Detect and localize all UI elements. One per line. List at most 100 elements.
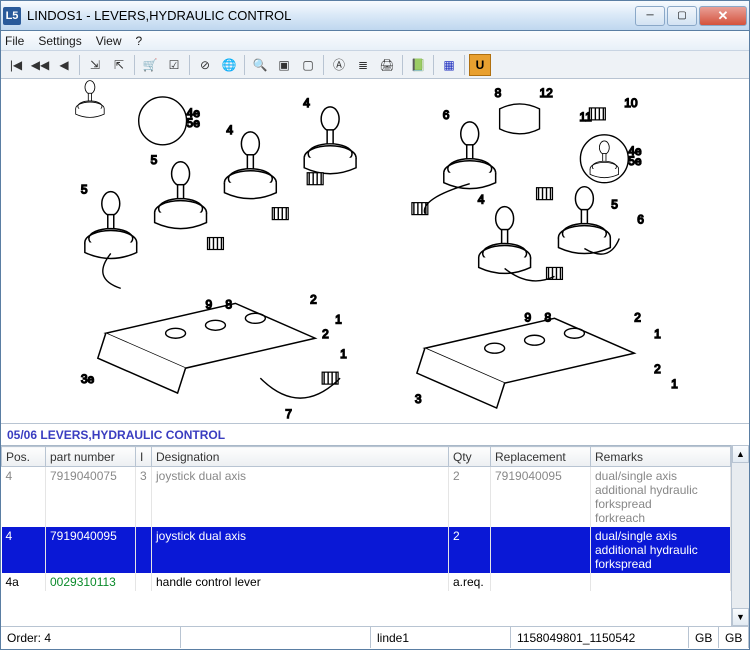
parts-table[interactable]: Pos. part number I Designation Qty Repla… <box>1 445 731 626</box>
cell-rem: dual/single axis additional hydraulic fo… <box>591 527 731 573</box>
page-icon[interactable]: ▢ <box>297 54 319 76</box>
svg-text:6: 6 <box>637 213 644 227</box>
table-row[interactable]: 47919040095joystick dual axis2dual/singl… <box>2 527 731 573</box>
table-row[interactable]: 479190400753joystick dual axis2791904009… <box>2 467 731 528</box>
separator <box>433 55 434 75</box>
svg-text:8: 8 <box>225 297 232 311</box>
cell-rep <box>491 573 591 591</box>
status-user: linde1 <box>371 627 511 648</box>
cell-pn: 0029310113 <box>46 573 136 591</box>
globe-icon[interactable]: 🌐 <box>218 54 240 76</box>
col-part-number[interactable]: part number <box>46 447 136 467</box>
svg-text:3: 3 <box>415 392 422 406</box>
svg-text:4: 4 <box>478 193 485 207</box>
select-icon[interactable]: ▣ <box>273 54 295 76</box>
cell-i: 3 <box>136 467 152 528</box>
svg-text:5e: 5e <box>187 116 201 130</box>
fastback-icon[interactable]: ◀◀ <box>29 54 51 76</box>
section-caption: 05/06 LEVERS,HYDRAULIC CONTROL <box>1 424 749 445</box>
svg-text:5e: 5e <box>628 154 642 168</box>
svg-text:7: 7 <box>285 407 292 421</box>
status-blank <box>181 627 371 648</box>
menu-file[interactable]: File <box>5 34 24 48</box>
svg-text:8: 8 <box>545 310 552 324</box>
svg-text:5: 5 <box>151 153 158 167</box>
svg-text:4: 4 <box>226 123 233 137</box>
parts-diagram[interactable]: 4e 5e 4e 5e 5 5 4 4 6 4 5 6 3e 3 8 12 11… <box>1 79 749 424</box>
svg-text:1: 1 <box>671 377 678 391</box>
svg-text:1: 1 <box>340 347 347 361</box>
cell-des: joystick dual axis <box>152 527 449 573</box>
separator <box>402 55 403 75</box>
cell-des: handle control lever <box>152 573 449 591</box>
cell-pos: 4a <box>2 573 46 591</box>
separator <box>464 55 465 75</box>
close-button[interactable]: ✕ <box>699 6 747 26</box>
col-designation[interactable]: Designation <box>152 447 449 467</box>
col-i[interactable]: I <box>136 447 152 467</box>
export-icon[interactable]: ⇱ <box>108 54 130 76</box>
svg-text:5: 5 <box>81 183 88 197</box>
svg-text:2: 2 <box>634 310 641 324</box>
cart-icon[interactable]: 🛒 <box>139 54 161 76</box>
cell-qty: a.req. <box>449 573 491 591</box>
book-icon[interactable]: 📗 <box>407 54 429 76</box>
status-order: Order: 4 <box>1 627 181 648</box>
diagram-svg: 4e 5e 4e 5e 5 5 4 4 6 4 5 6 3e 3 8 12 11… <box>1 79 749 423</box>
cell-rem <box>591 573 731 591</box>
svg-text:8: 8 <box>495 86 502 100</box>
check-icon[interactable]: ☑ <box>163 54 185 76</box>
circle-a-icon[interactable]: Ⓐ <box>328 54 350 76</box>
scrollbar[interactable]: ▲ ▼ <box>731 445 749 626</box>
scroll-up-icon[interactable]: ▲ <box>732 445 749 463</box>
table-header-row: Pos. part number I Designation Qty Repla… <box>2 447 731 467</box>
import-icon[interactable]: ⇲ <box>84 54 106 76</box>
separator <box>189 55 190 75</box>
svg-text:5: 5 <box>611 198 618 212</box>
separator <box>244 55 245 75</box>
scroll-down-icon[interactable]: ▼ <box>732 608 749 626</box>
col-pos[interactable]: Pos. <box>2 447 46 467</box>
maximize-button[interactable]: ▢ <box>667 6 697 26</box>
menubar: File Settings View ? <box>1 31 749 51</box>
section-title: LEVERS,HYDRAULIC CONTROL <box>40 428 225 442</box>
svg-text:1: 1 <box>654 327 661 341</box>
scroll-track[interactable] <box>732 463 749 608</box>
menu-help[interactable]: ? <box>136 34 143 48</box>
delete-icon[interactable]: ⊘ <box>194 54 216 76</box>
back-icon[interactable]: ◀ <box>53 54 75 76</box>
zoom-icon[interactable]: 🔍 <box>249 54 271 76</box>
cell-pn: 7919040075 <box>46 467 136 528</box>
print-icon[interactable]: 🖨 <box>376 54 398 76</box>
list-icon[interactable]: ≣ <box>352 54 374 76</box>
cell-pos: 4 <box>2 467 46 528</box>
svg-text:3e: 3e <box>81 372 95 386</box>
status-lang1: GB <box>689 627 719 648</box>
flag-icon[interactable]: ▦ <box>438 54 460 76</box>
cell-i <box>136 573 152 591</box>
cell-rem: dual/single axis additional hydraulic fo… <box>591 467 731 528</box>
col-remarks[interactable]: Remarks <box>591 447 731 467</box>
svg-text:2: 2 <box>322 327 329 341</box>
cell-pos: 4 <box>2 527 46 573</box>
menu-view[interactable]: View <box>96 34 122 48</box>
svg-text:10: 10 <box>624 96 638 110</box>
col-qty[interactable]: Qty <box>449 447 491 467</box>
cell-rep <box>491 527 591 573</box>
col-replacement[interactable]: Replacement <box>491 447 591 467</box>
separator <box>134 55 135 75</box>
svg-text:4: 4 <box>303 96 310 110</box>
separator <box>323 55 324 75</box>
svg-text:9: 9 <box>205 297 212 311</box>
u-icon[interactable]: U <box>469 54 491 76</box>
toolbar: |◀ ◀◀ ◀ ⇲ ⇱ 🛒 ☑ ⊘ 🌐 🔍 ▣ ▢ Ⓐ ≣ 🖨 📗 ▦ U <box>1 51 749 79</box>
separator <box>79 55 80 75</box>
cell-i <box>136 527 152 573</box>
first-icon[interactable]: |◀ <box>5 54 27 76</box>
table-row[interactable]: 4a0029310113 handle control levera.req. <box>2 573 731 591</box>
menu-settings[interactable]: Settings <box>38 34 81 48</box>
svg-text:1: 1 <box>335 312 342 326</box>
cell-qty: 2 <box>449 467 491 528</box>
page-indicator: 05/06 <box>7 428 37 442</box>
minimize-button[interactable]: ─ <box>635 6 665 26</box>
